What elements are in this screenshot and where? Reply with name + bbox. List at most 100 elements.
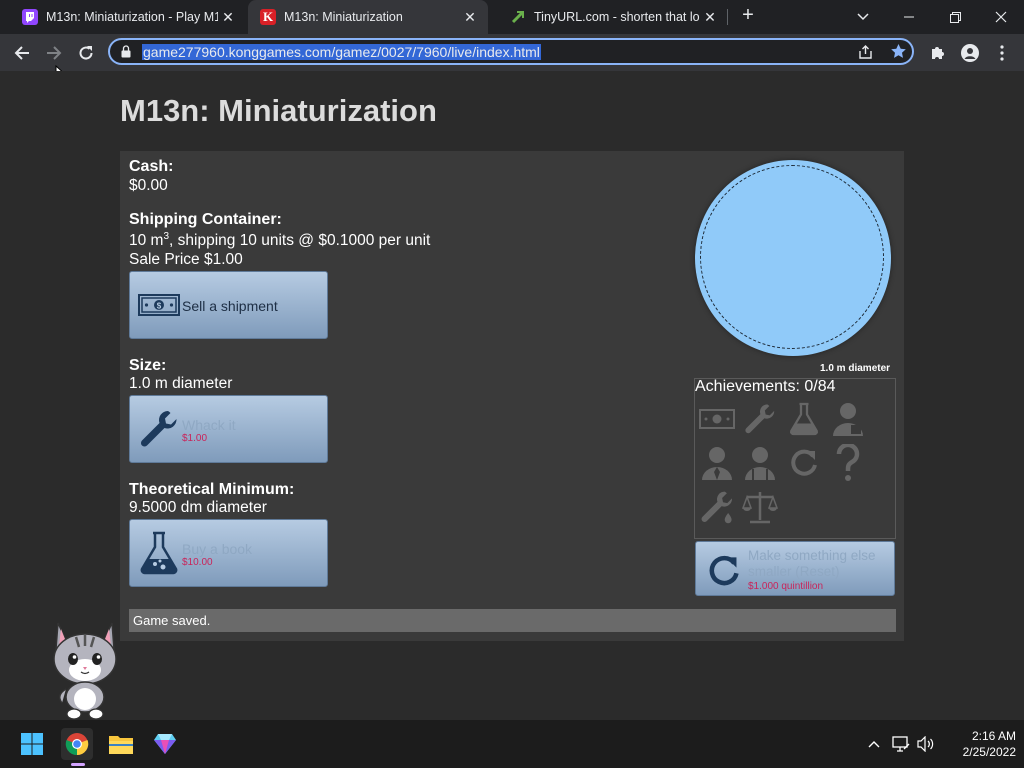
sell-shipment-label: Sell a shipment (182, 298, 278, 314)
achievement-scales-icon[interactable] (740, 487, 780, 527)
buy-book-label: Buy a book (182, 541, 253, 557)
size-label: Size: (129, 357, 167, 374)
shipping-label: Shipping Container: (129, 211, 282, 228)
achievement-flask-icon[interactable] (784, 399, 824, 439)
whack-it-cost: $1.00 (182, 433, 208, 444)
start-button[interactable] (16, 728, 48, 760)
achievement-wrench-drop-icon[interactable] (697, 487, 737, 527)
back-button[interactable] (8, 39, 36, 67)
circle-diameter-label: 1.0 m diameter (820, 363, 891, 374)
address-bar[interactable]: game277960.konggames.com/gamez/0027/7960… (108, 38, 914, 65)
url-text[interactable]: game277960.konggames.com/gamez/0027/7960… (142, 44, 541, 60)
taskbar-file-explorer[interactable] (105, 728, 137, 760)
achievement-reset-icon[interactable] (784, 443, 824, 483)
achievement-question-icon[interactable] (828, 443, 868, 483)
achievements-title: Achievements: 0/84 (695, 378, 836, 395)
extensions-button[interactable] (924, 39, 952, 67)
shipping-detail: 10 m3, shipping 10 units @ $0.1000 per u… (129, 231, 430, 250)
network-button[interactable] (891, 734, 911, 754)
speaker-icon (917, 736, 934, 752)
tab-title: M13n: Miniaturization - Play M13 (46, 10, 218, 24)
tinyurl-icon (510, 9, 526, 25)
taskbar-clock[interactable]: 2:16 AM 2/25/2022 (940, 728, 1016, 760)
windows-taskbar: 2:16 AM 2/25/2022 (0, 720, 1024, 768)
theoretical-min-label: Theoretical Minimum: (129, 481, 295, 498)
money-icon: $ (136, 282, 182, 328)
page-title: M13n: Miniaturization (120, 93, 437, 128)
windows-logo-icon (21, 733, 43, 755)
achievement-scientist-icon[interactable] (828, 399, 868, 439)
game-panel: Cash: $0.00 Shipping Container: 10 m3, s… (120, 151, 904, 641)
tab-search-icon[interactable] (840, 0, 886, 34)
active-app-indicator (71, 763, 85, 766)
share-icon[interactable] (858, 44, 874, 60)
wrench-icon (136, 406, 182, 452)
clock-date: 2/25/2022 (962, 745, 1016, 759)
whack-it-button[interactable]: Whack it $1.00 (129, 395, 328, 463)
reset-label-line2: smaller (Reset) (748, 564, 840, 579)
gem-icon (154, 734, 176, 754)
minimize-button[interactable] (886, 0, 932, 34)
reset-cost: $1.000 quintillion (748, 581, 824, 592)
achievement-wrench-icon[interactable] (740, 399, 780, 439)
tab-divider (727, 9, 728, 25)
network-icon (892, 736, 910, 752)
tab-close-icon[interactable]: ✕ (218, 9, 238, 26)
reset-icon (705, 552, 743, 590)
restore-button[interactable] (932, 0, 978, 34)
browser-toolbar: game277960.konggames.com/gamez/0027/7960… (0, 34, 1024, 84)
svg-text:$: $ (157, 302, 162, 311)
reset-label: Make something else smaller (Reset) (748, 548, 893, 580)
tab-bar: M13n: Miniaturization - Play M13 ✕ K M13… (0, 0, 1024, 34)
cash-value: $0.00 (129, 177, 168, 194)
theoretical-min-value: 9.5000 dm diameter (129, 499, 267, 516)
sale-price: Sale Price $1.00 (129, 251, 243, 268)
cash-label: Cash: (129, 158, 174, 175)
flask-icon (136, 530, 182, 576)
reset-label-line1: Make something else (748, 548, 876, 563)
chevron-up-icon (868, 741, 880, 748)
tab-title: M13n: Miniaturization (284, 10, 403, 24)
whack-it-label: Whack it (182, 417, 236, 433)
buy-book-cost: $10.00 (182, 557, 213, 568)
object-circle[interactable] (695, 160, 891, 356)
taskbar-gem-app[interactable] (149, 728, 181, 760)
shipping-rate: , shipping 10 units @ $0.1000 per unit (169, 232, 431, 250)
reload-icon (79, 46, 93, 60)
reload-button[interactable] (72, 39, 100, 67)
chrome-icon (65, 733, 89, 756)
sell-shipment-button[interactable]: $ Sell a shipment (129, 271, 328, 339)
tab-m13n-twitch[interactable]: M13n: Miniaturization - Play M13 ✕ (0, 0, 246, 34)
show-hidden-icons-button[interactable] (864, 734, 884, 754)
page-content: M13n: Miniaturization Cash: $0.00 Shippi… (0, 71, 1024, 720)
profile-button[interactable] (956, 39, 984, 67)
buy-book-button[interactable]: Buy a book $10.00 (129, 519, 328, 587)
tab-close-icon[interactable]: ✕ (700, 9, 720, 26)
bookmark-star-icon[interactable] (890, 43, 907, 60)
tab-title: TinyURL.com - shorten that long (534, 10, 700, 24)
close-window-button[interactable] (978, 0, 1024, 34)
lock-icon[interactable] (121, 45, 131, 58)
tab-tinyurl[interactable]: TinyURL.com - shorten that long ✕ (488, 0, 728, 34)
tab-close-icon[interactable]: ✕ (460, 9, 480, 26)
taskbar-chrome[interactable] (61, 728, 93, 760)
status-bar: Game saved. (129, 609, 896, 632)
twitch-icon (22, 9, 38, 25)
volume-button[interactable] (916, 734, 936, 754)
back-arrow-icon (14, 46, 29, 60)
achievement-money-icon[interactable] (697, 399, 737, 439)
folder-icon (109, 736, 133, 754)
cat-mascot-icon (53, 622, 117, 720)
kongregate-icon: K (260, 9, 276, 25)
kebab-menu-icon (1000, 45, 1004, 61)
forward-button[interactable] (40, 39, 68, 67)
menu-button[interactable] (988, 39, 1016, 67)
theoretical-min-outline (700, 165, 884, 349)
achievement-scientist-icon[interactable] (697, 443, 737, 483)
new-tab-button[interactable]: + (738, 4, 758, 27)
tab-m13n-kongregate[interactable]: K M13n: Miniaturization ✕ (248, 0, 488, 34)
reset-button[interactable]: Make something else smaller (Reset) $1.00… (695, 541, 895, 596)
achievement-scientist-icon[interactable] (740, 443, 780, 483)
size-value: 1.0 m diameter (129, 375, 233, 392)
puzzle-piece-icon (932, 47, 944, 59)
